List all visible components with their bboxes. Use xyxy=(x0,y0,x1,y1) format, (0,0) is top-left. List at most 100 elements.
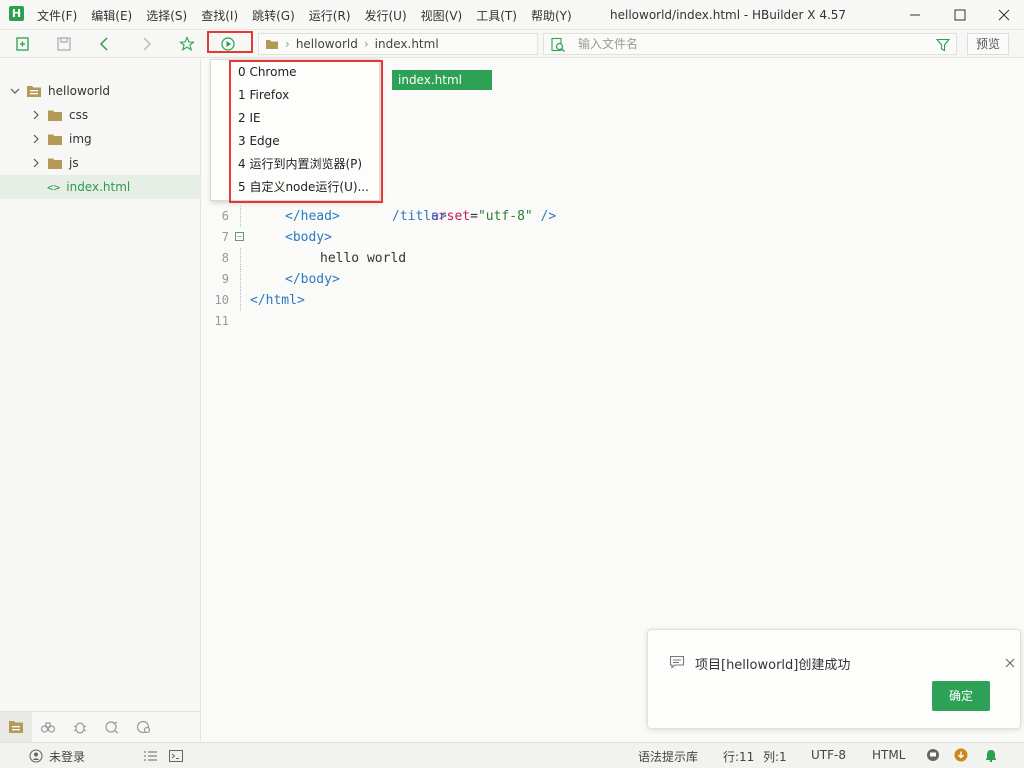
file-encoding[interactable]: UTF-8 xyxy=(811,748,846,762)
code-content: <body> xyxy=(285,227,332,248)
line-number: 6 xyxy=(221,209,229,223)
cursor-column: 列:1 xyxy=(763,750,787,764)
login-status[interactable]: 未登录 xyxy=(49,748,85,765)
tree-folder-css[interactable]: css xyxy=(0,103,201,127)
code-line-6: 6 </head> xyxy=(202,206,1022,227)
list-icon[interactable] xyxy=(144,750,158,762)
folder-icon xyxy=(266,40,278,49)
menu-edit[interactable]: 编辑(E) xyxy=(84,7,139,24)
back-button[interactable] xyxy=(95,34,115,54)
menu-file[interactable]: 文件(F) xyxy=(30,7,84,24)
folder-icon xyxy=(48,110,62,121)
breadcrumb-project[interactable]: helloworld xyxy=(296,37,358,51)
favorite-button[interactable] xyxy=(177,34,197,54)
filter-icon[interactable] xyxy=(936,38,950,52)
menu-bar: 文件(F) 编辑(E) 选择(S) 查找(I) 跳转(G) 运行(R) 发行(U… xyxy=(30,0,579,30)
run-menu-item-edge[interactable]: 3 Edge xyxy=(238,130,280,152)
chevron-right-icon xyxy=(33,158,39,168)
chevron-right-icon xyxy=(143,37,152,51)
menu-tools[interactable]: 工具(T) xyxy=(469,7,524,24)
run-menu-item-custom-node[interactable]: 5 自定义node运行(U)... xyxy=(238,176,369,198)
chevron-down-icon xyxy=(10,88,20,94)
run-menu-item-builtin-browser[interactable]: 4 运行到内置浏览器(P) xyxy=(238,153,362,175)
maximize-icon xyxy=(954,9,966,21)
code-line-9: 9 </body> xyxy=(202,269,1022,290)
fold-guide xyxy=(240,248,241,269)
tab-source-control[interactable] xyxy=(96,712,128,742)
fold-guide xyxy=(240,206,241,227)
line-number: 7 xyxy=(221,230,229,244)
sidebar-tabs xyxy=(0,711,200,742)
run-menu-item-firefox[interactable]: 1 Firefox xyxy=(238,84,289,106)
file-search-icon xyxy=(551,37,565,52)
fold-toggle-icon[interactable]: − xyxy=(235,232,244,241)
menu-help[interactable]: 帮助(Y) xyxy=(524,7,579,24)
code-tag: </html> xyxy=(250,293,305,308)
syntax-hint-library[interactable]: 语法提示库 xyxy=(638,748,698,765)
code-line-11: 11 xyxy=(202,311,1022,332)
chat-icon[interactable] xyxy=(926,748,940,762)
star-icon xyxy=(179,36,195,52)
project-folder-icon xyxy=(27,86,41,97)
close-window-button[interactable] xyxy=(984,0,1024,30)
run-menu-item-chrome[interactable]: 0 Chrome xyxy=(238,61,297,83)
save-button[interactable] xyxy=(54,34,74,54)
tree-folder-img[interactable]: img xyxy=(0,127,201,151)
menu-run[interactable]: 运行(R) xyxy=(302,7,358,24)
minimize-button[interactable] xyxy=(895,0,935,30)
notification-message: 项目[helloworld]创建成功 xyxy=(695,658,851,673)
cursor-line: 行:11 xyxy=(723,750,755,764)
editor-tab-index-html[interactable]: index.html xyxy=(392,70,492,90)
run-menu-item-ie[interactable]: 2 IE xyxy=(238,107,261,129)
menu-goto[interactable]: 跳转(G) xyxy=(245,7,302,24)
tab-project-manager[interactable] xyxy=(0,711,32,742)
tab-cloud[interactable] xyxy=(128,712,160,742)
code-tag: </head> xyxy=(285,209,340,224)
terminal-icon[interactable] xyxy=(169,750,183,762)
status-bar: 未登录 语法提示库 行:11 列:1 UTF-8 HTML xyxy=(0,742,1024,768)
code-content: </head> xyxy=(285,206,340,227)
tree-project-helloworld[interactable]: helloworld xyxy=(0,79,201,103)
confirm-button[interactable]: 确定 xyxy=(932,681,990,711)
chevron-right-icon xyxy=(33,134,39,144)
menu-select[interactable]: 选择(S) xyxy=(139,7,194,24)
code-tag: <body> xyxy=(285,230,332,245)
download-icon[interactable] xyxy=(954,748,968,762)
code-text: hello world xyxy=(320,251,407,266)
menu-publish[interactable]: 发行(U) xyxy=(358,7,414,24)
tree-label-index-html: index.html xyxy=(66,180,131,194)
maximize-button[interactable] xyxy=(940,0,980,30)
bell-icon[interactable] xyxy=(984,748,998,762)
file-search-input[interactable] xyxy=(578,36,908,52)
code-line-7: 7− <body> xyxy=(202,227,1022,248)
cloud-icon xyxy=(136,720,151,733)
notification-toast: 项目[helloworld]创建成功 确定 xyxy=(647,629,1021,729)
line-number: 8 xyxy=(221,251,229,265)
folder-icon xyxy=(48,134,62,145)
close-icon[interactable] xyxy=(1005,658,1015,668)
language-mode[interactable]: HTML xyxy=(872,748,905,762)
forward-button[interactable] xyxy=(136,34,156,54)
fold-guide xyxy=(240,269,241,290)
preview-button[interactable]: 预览 xyxy=(967,33,1009,55)
run-button[interactable] xyxy=(218,34,238,54)
line-number: 10 xyxy=(214,293,229,307)
code-line-8: 8 hello world xyxy=(202,248,1022,269)
menu-find[interactable]: 查找(I) xyxy=(194,7,245,24)
tree-file-index-html[interactable]: <> index.html xyxy=(0,175,201,199)
file-search-box[interactable] xyxy=(543,33,957,55)
tree-label-project: helloworld xyxy=(48,84,111,98)
menu-view[interactable]: 视图(V) xyxy=(414,7,470,24)
tree-label-js: js xyxy=(69,156,79,170)
code-content: </html> xyxy=(250,290,305,311)
new-file-button[interactable] xyxy=(13,34,33,54)
tab-plugins[interactable] xyxy=(32,712,64,742)
line-number: 11 xyxy=(214,314,229,328)
message-icon xyxy=(669,655,685,669)
run-browser-menu: 0 Chrome 1 Firefox 2 IE 3 Edge 4 运行到内置浏览… xyxy=(210,59,380,201)
tree-folder-js[interactable]: js xyxy=(0,151,201,175)
tab-debug[interactable] xyxy=(64,712,96,742)
hbuilder-logo-icon: H xyxy=(9,6,24,21)
code-content: </body> xyxy=(285,269,340,290)
breadcrumb-file[interactable]: index.html xyxy=(375,37,439,51)
